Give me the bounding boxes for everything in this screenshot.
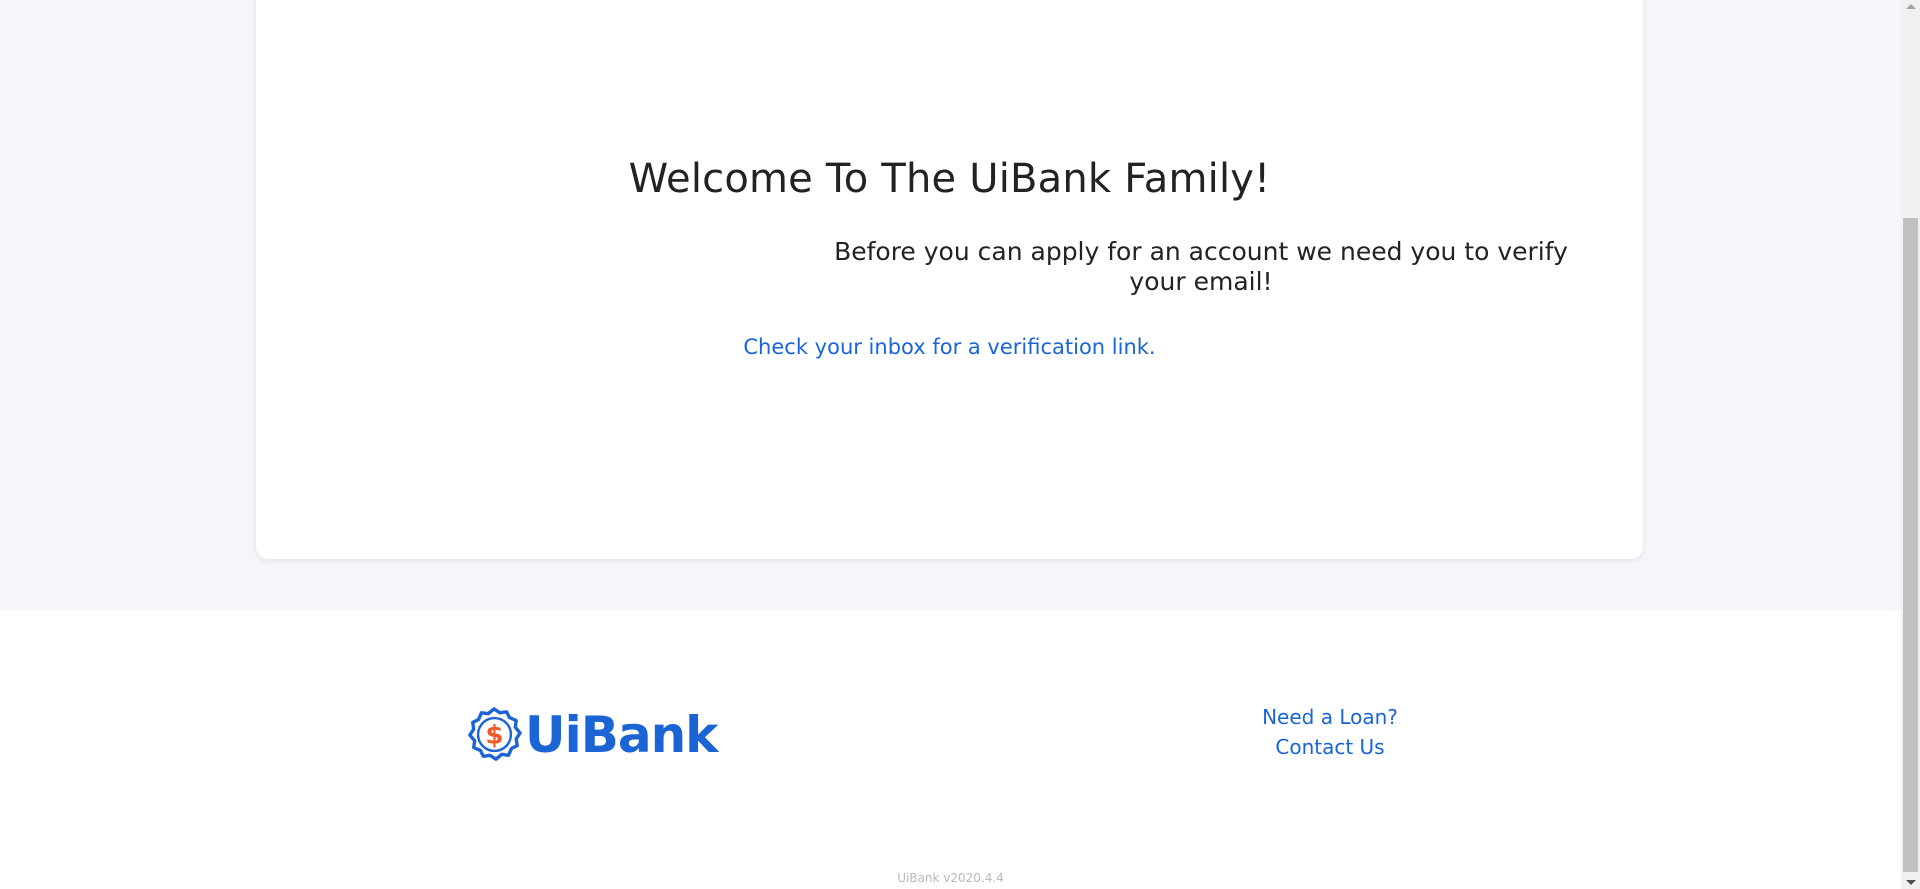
footer-links: Need a Loan? Contact Us [1230, 702, 1430, 762]
logo-wordmark: UiBank [525, 706, 718, 764]
uibank-logo[interactable]: $ UiBank [465, 705, 718, 765]
scrollbar-thumb[interactable] [1903, 218, 1918, 872]
scroll-up-arrow-icon[interactable] [1906, 4, 1916, 9]
verify-email-message: Before you can apply for an account we n… [834, 237, 1568, 296]
scroll-down-arrow-icon[interactable] [1906, 880, 1916, 885]
page-viewport: Welcome To The UiBank Family! Before you… [0, 0, 1901, 889]
welcome-title: Welcome To The UiBank Family! [628, 156, 1271, 202]
dollar-badge-icon: $ [468, 707, 522, 761]
verification-instruction: Check your inbox for a verification link… [743, 335, 1156, 359]
vertical-scrollbar[interactable] [1901, 0, 1920, 889]
footer: $ UiBank Need a Loan? Contact Us UiBank … [0, 610, 1901, 889]
logo-dollar-symbol: $ [485, 721, 503, 751]
welcome-card: Welcome To The UiBank Family! Before you… [256, 0, 1643, 559]
content-background: Welcome To The UiBank Family! Before you… [0, 0, 1901, 610]
need-a-loan-link[interactable]: Need a Loan? [1230, 702, 1430, 732]
version-label: UiBank v2020.4.4 [897, 871, 1004, 885]
contact-us-link[interactable]: Contact Us [1230, 732, 1430, 762]
